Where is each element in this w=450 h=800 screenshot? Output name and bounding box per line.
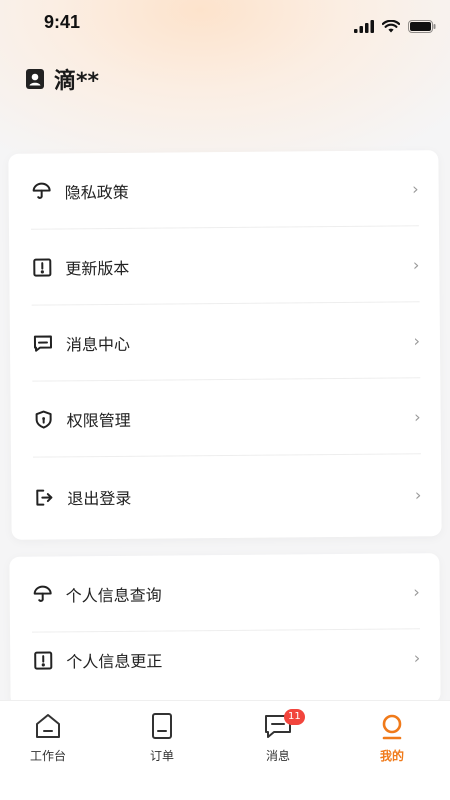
menu-item-personal-info-correction[interactable]: 个人信息更正 › [10, 619, 441, 699]
user-card-icon [26, 69, 44, 89]
wifi-icon [382, 20, 400, 33]
menu-item-label: 个人信息更正 [66, 651, 163, 672]
order-icon [152, 713, 172, 739]
menu-item-label: 权限管理 [66, 410, 131, 431]
chevron-right-icon: › [413, 647, 421, 667]
chevron-right-icon: › [413, 330, 421, 350]
status-bar: 9:41 [0, 0, 450, 46]
settings-menu-card: 隐私政策 › 更新版本 › 消息中心 › 权限管理 › 退出登录 › [8, 150, 442, 540]
menu-item-label: 消息中心 [65, 334, 131, 355]
unread-badge: 11 [284, 709, 305, 725]
menu-item-label: 隐私政策 [64, 182, 129, 203]
shield-icon [33, 408, 55, 430]
alert-square-icon [32, 649, 54, 671]
alert-square-icon [31, 256, 53, 278]
tab-messages[interactable]: 11 消息 [222, 709, 334, 781]
bottom-tab-bar: 工作台 订单 11 消息 我的 [0, 700, 450, 800]
chevron-right-icon: › [412, 178, 419, 198]
menu-item-label: 个人信息查询 [65, 585, 162, 606]
tab-workbench[interactable]: 工作台 [0, 711, 104, 781]
chevron-right-icon: › [412, 254, 420, 274]
menu-item-privacy-policy[interactable]: 隐私政策 › [8, 150, 439, 230]
battery-icon [408, 20, 436, 33]
tab-label: 工作台 [29, 749, 66, 763]
tab-orders[interactable]: 订单 [106, 711, 218, 781]
profile-header: 滴** [26, 64, 99, 94]
chevron-right-icon: › [413, 581, 420, 601]
profile-icon [382, 714, 402, 740]
umbrella-icon [31, 180, 53, 202]
tab-label: 消息 [265, 749, 290, 763]
menu-item-label: 退出登录 [67, 488, 132, 509]
status-icons [354, 20, 436, 33]
menu-item-label: 更新版本 [65, 258, 130, 279]
menu-item-message-center[interactable]: 消息中心 › [10, 302, 441, 382]
menu-item-logout[interactable]: 退出登录 › [11, 456, 442, 536]
tab-mine[interactable]: 我的 [336, 711, 448, 781]
message-square-icon [32, 332, 54, 354]
chevron-right-icon: › [414, 484, 422, 504]
chevron-right-icon: › [414, 406, 421, 426]
logout-icon [33, 486, 55, 508]
menu-item-update-version[interactable]: 更新版本 › [9, 226, 440, 306]
home-icon [36, 714, 60, 738]
tab-label: 订单 [149, 749, 174, 763]
tab-label: 我的 [379, 749, 404, 763]
user-name: 滴** [54, 69, 100, 94]
umbrella-icon [32, 583, 54, 605]
status-time: 9:41 [44, 12, 81, 32]
personal-info-card: 个人信息查询 › 个人信息更正 › [9, 553, 441, 707]
menu-item-permission-management[interactable]: 权限管理 › [10, 378, 441, 458]
signal-icon [354, 20, 374, 33]
